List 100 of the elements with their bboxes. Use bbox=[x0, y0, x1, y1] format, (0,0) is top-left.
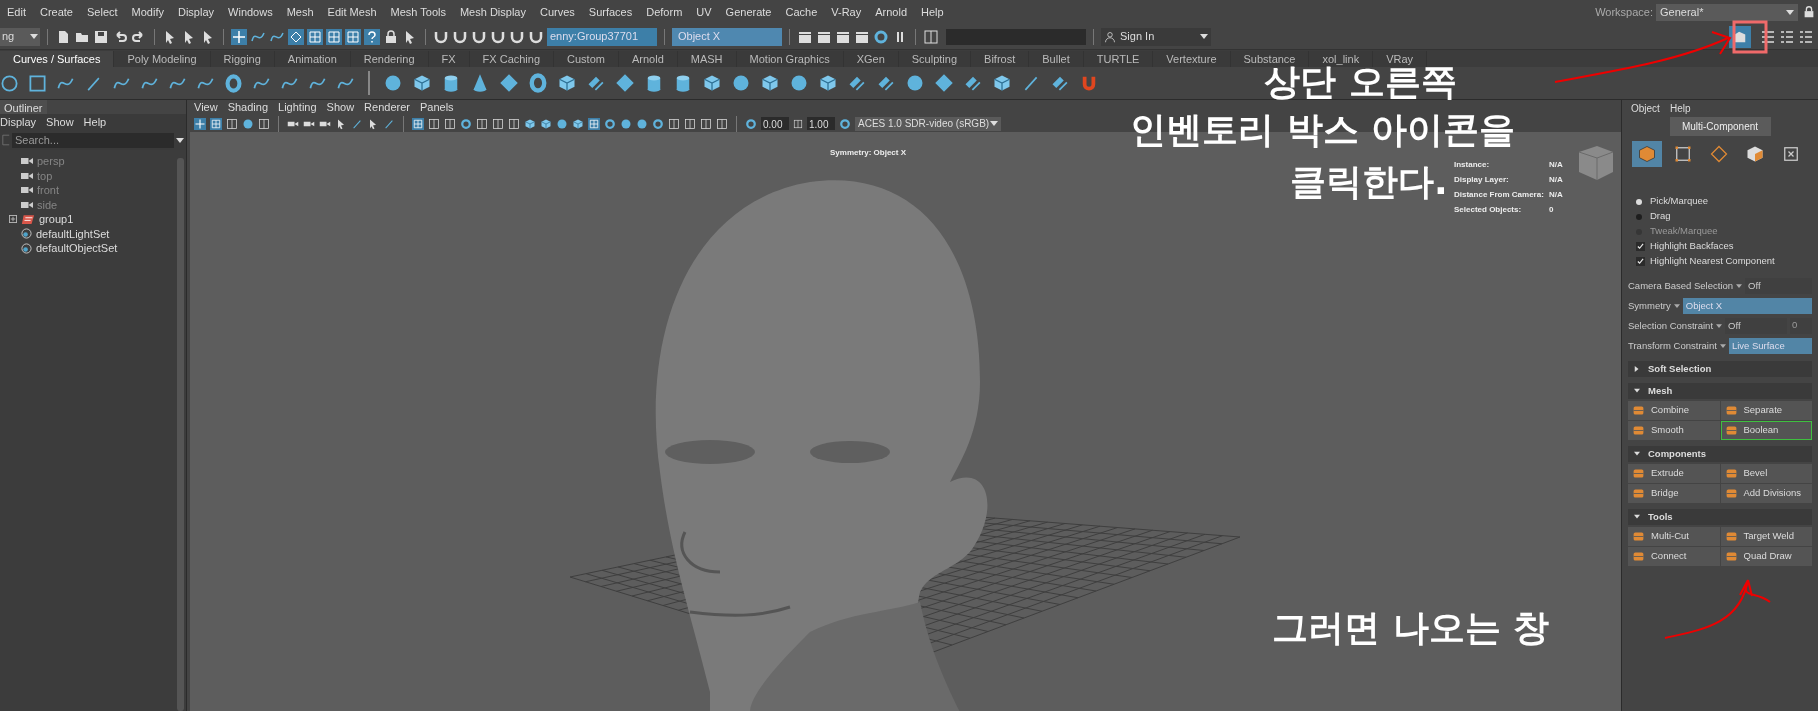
ring-icon[interactable] bbox=[873, 28, 889, 45]
tool-button[interactable]: Separate bbox=[1720, 401, 1812, 420]
cube-icon[interactable] bbox=[702, 73, 722, 93]
outliner-tab[interactable]: Outliner bbox=[0, 100, 47, 114]
menu-item[interactable]: Help bbox=[83, 113, 107, 131]
search-field[interactable]: Search... bbox=[12, 132, 174, 148]
diamond-icon[interactable] bbox=[934, 73, 954, 93]
menu-item[interactable]: Renderer bbox=[364, 99, 410, 116]
cube-icon[interactable] bbox=[760, 73, 780, 93]
menu-item[interactable]: Edit bbox=[0, 3, 33, 21]
grid-icon[interactable] bbox=[345, 28, 361, 45]
property-value[interactable]: Off bbox=[1725, 318, 1787, 334]
ring-icon[interactable] bbox=[839, 117, 851, 130]
square-icon[interactable] bbox=[28, 73, 47, 93]
section-header[interactable]: Mesh bbox=[1628, 383, 1812, 399]
crosshair-icon[interactable] bbox=[194, 117, 206, 130]
tool-button[interactable]: Bevel bbox=[1720, 464, 1812, 483]
cube-icon[interactable] bbox=[540, 117, 552, 130]
outliner-item[interactable]: defaultLightSet bbox=[36, 225, 110, 242]
menu-item[interactable]: Show bbox=[46, 113, 74, 131]
diamond-icon[interactable] bbox=[499, 73, 519, 93]
sphere-icon[interactable] bbox=[242, 117, 254, 130]
gamma-field[interactable]: 1.00 bbox=[807, 117, 835, 130]
caret-icon[interactable] bbox=[1634, 514, 1640, 520]
sphere-icon[interactable] bbox=[383, 73, 403, 93]
lock-icon[interactable] bbox=[1802, 5, 1816, 19]
menu-item[interactable]: Display bbox=[171, 3, 222, 21]
object-cube-icon[interactable] bbox=[1632, 141, 1662, 167]
lock-icon[interactable] bbox=[383, 28, 399, 45]
cube-icon[interactable] bbox=[992, 73, 1012, 93]
name-field[interactable]: enny:Group37701 bbox=[547, 27, 657, 46]
sphere-icon[interactable] bbox=[905, 73, 925, 93]
tool-button[interactable]: Bridge bbox=[1628, 484, 1720, 503]
cursor-icon[interactable] bbox=[367, 117, 379, 130]
menu-item[interactable]: Show bbox=[326, 99, 355, 116]
caret-icon[interactable] bbox=[1634, 388, 1640, 394]
panel-icon[interactable] bbox=[476, 117, 488, 130]
ring-icon[interactable] bbox=[745, 117, 757, 130]
diamond-icon[interactable] bbox=[288, 28, 304, 45]
menu-item[interactable]: Select bbox=[80, 3, 125, 21]
panel-icon[interactable] bbox=[226, 117, 238, 130]
ring-icon[interactable] bbox=[460, 117, 472, 130]
sphere-icon[interactable] bbox=[789, 73, 809, 93]
mode-dropdown[interactable]: ng bbox=[0, 27, 40, 46]
grid-icon[interactable] bbox=[326, 28, 342, 45]
menu-item[interactable]: Mesh Tools bbox=[383, 3, 453, 21]
caret-icon[interactable] bbox=[1786, 9, 1794, 15]
menu-item[interactable]: Arnold bbox=[868, 3, 915, 21]
cube-icon[interactable] bbox=[557, 73, 577, 93]
dropdown-arrow-icon[interactable] bbox=[1719, 344, 1726, 348]
cube-icon[interactable] bbox=[818, 73, 838, 93]
radio-button[interactable] bbox=[1636, 213, 1642, 220]
panel-icon[interactable] bbox=[793, 117, 803, 130]
tool-button[interactable]: Extrude bbox=[1628, 464, 1720, 483]
multi-component-button[interactable]: Multi-Component bbox=[1669, 117, 1771, 136]
menu-item[interactable]: Mesh Display bbox=[452, 3, 533, 21]
menu-item[interactable]: Help bbox=[1669, 100, 1691, 116]
cube-icon[interactable] bbox=[524, 117, 536, 130]
menu-item[interactable]: Modify bbox=[124, 3, 171, 21]
user-icon[interactable] bbox=[1104, 30, 1116, 43]
outliner-item[interactable]: defaultObjectSet bbox=[36, 240, 118, 257]
tool-button[interactable]: Add Divisions bbox=[1720, 484, 1812, 503]
menu-item[interactable]: Windows bbox=[221, 3, 280, 21]
panel-icon[interactable] bbox=[258, 117, 270, 130]
radio-button[interactable] bbox=[1636, 198, 1642, 205]
section-header[interactable]: Soft Selection bbox=[1628, 361, 1812, 377]
ring-icon[interactable] bbox=[224, 73, 243, 93]
menu-item[interactable]: Create bbox=[32, 3, 80, 21]
sphere-icon[interactable] bbox=[636, 117, 648, 130]
menu-item[interactable]: Cache bbox=[778, 3, 825, 21]
panel-icon[interactable] bbox=[444, 117, 456, 130]
grid-icon[interactable] bbox=[412, 117, 424, 130]
crosshair-icon[interactable] bbox=[231, 28, 247, 45]
menu-item[interactable]: Mesh bbox=[279, 3, 321, 21]
menu-item[interactable]: Panels bbox=[419, 99, 454, 116]
menu-item[interactable]: Display bbox=[0, 113, 37, 131]
tool-button[interactable]: Target Weld bbox=[1720, 527, 1812, 546]
ring-icon[interactable] bbox=[528, 73, 548, 93]
panel-icon[interactable] bbox=[668, 117, 680, 130]
ring-icon[interactable] bbox=[652, 117, 664, 130]
question-icon[interactable] bbox=[364, 28, 380, 45]
caret-icon[interactable] bbox=[990, 121, 998, 126]
panel-icon[interactable] bbox=[923, 28, 939, 45]
menu-item[interactable]: Deform bbox=[639, 3, 690, 21]
scrollbar[interactable] bbox=[177, 158, 184, 711]
tool-button[interactable]: Multi-Cut bbox=[1628, 527, 1720, 546]
workspace-dropdown[interactable]: General* bbox=[1656, 3, 1798, 21]
menu-item[interactable]: Lighting bbox=[278, 99, 317, 116]
property-value[interactable]: Off bbox=[1745, 278, 1812, 294]
section-header[interactable]: Tools bbox=[1628, 509, 1812, 525]
color-space-dropdown[interactable]: ACES 1.0 SDR-video (sRGB) bbox=[855, 116, 1001, 131]
dropdown-arrow-icon[interactable] bbox=[1736, 284, 1743, 288]
circle-icon[interactable] bbox=[0, 73, 19, 93]
grid-icon[interactable] bbox=[307, 28, 323, 45]
dropdown-arrow-icon[interactable] bbox=[1673, 304, 1680, 308]
sphere-icon[interactable] bbox=[731, 73, 751, 93]
tool-button[interactable]: Smooth bbox=[1628, 421, 1720, 440]
grid-icon[interactable] bbox=[588, 117, 600, 130]
menu-item[interactable]: Help bbox=[914, 3, 951, 21]
panel-icon[interactable] bbox=[700, 117, 712, 130]
